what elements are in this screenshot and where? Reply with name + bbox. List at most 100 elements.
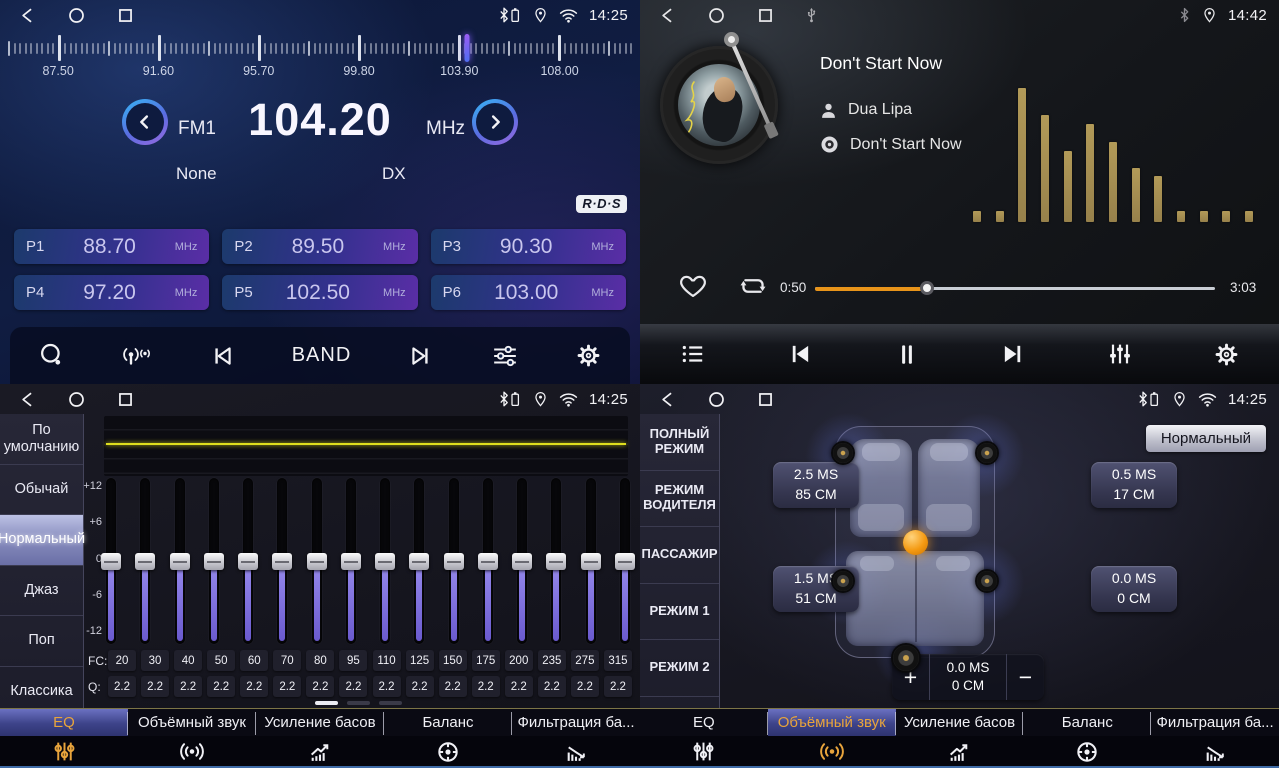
- q-value-box[interactable]: 2.2: [174, 676, 202, 697]
- home-icon[interactable]: [67, 390, 86, 409]
- tune-down-button[interactable]: [122, 99, 168, 145]
- audio-settings-icon[interactable]: [490, 343, 520, 369]
- fc-value-box[interactable]: 95: [339, 650, 367, 671]
- fc-value-box[interactable]: 175: [472, 650, 500, 671]
- frequency-ruler[interactable]: [8, 33, 632, 63]
- rear-right-speaker[interactable]: [975, 569, 999, 593]
- slider-thumb[interactable]: [444, 553, 464, 570]
- q-value-box[interactable]: 2.2: [207, 676, 235, 697]
- tab-eq[interactable]: EQ: [0, 709, 128, 736]
- eq-band-slider[interactable]: [209, 478, 219, 644]
- eq-band-slider[interactable]: [243, 478, 253, 644]
- settings-gear-icon[interactable]: [575, 342, 602, 369]
- progress-handle[interactable]: [920, 281, 934, 295]
- preset-button-p4[interactable]: P497.20MHz: [14, 275, 209, 310]
- eq-band-slider[interactable]: [312, 478, 322, 644]
- eq-band-slider[interactable]: [449, 478, 459, 644]
- q-value-box[interactable]: 2.2: [406, 676, 434, 697]
- tab-balance[interactable]: Баланс: [1023, 709, 1151, 736]
- mode-item[interactable]: РЕЖИМ ВОДИТЕЛЯ: [640, 471, 719, 528]
- eq-preset-item[interactable]: Нормальный: [0, 515, 83, 566]
- bass-boost-icon[interactable]: [256, 736, 384, 767]
- q-value-box[interactable]: 2.2: [240, 676, 268, 697]
- slider-thumb[interactable]: [170, 553, 190, 570]
- subwoofer-speaker[interactable]: [891, 643, 921, 673]
- eq-band-slider[interactable]: [483, 478, 493, 644]
- back-icon[interactable]: [18, 390, 37, 409]
- fc-value-box[interactable]: 315: [604, 650, 632, 671]
- eq-band-slider[interactable]: [620, 478, 630, 644]
- q-value-box[interactable]: 2.2: [505, 676, 533, 697]
- recents-icon[interactable]: [756, 390, 775, 409]
- back-icon[interactable]: [658, 390, 677, 409]
- preset-button-p5[interactable]: P5102.50MHz: [222, 275, 417, 310]
- eq-icon[interactable]: [640, 736, 768, 767]
- tab-surround[interactable]: Объёмный звук: [128, 709, 256, 736]
- q-value-box[interactable]: 2.2: [108, 676, 136, 697]
- slider-thumb[interactable]: [238, 553, 258, 570]
- eq-preset-item[interactable]: Джаз: [0, 566, 83, 617]
- eq-preset-item[interactable]: Обычай: [0, 465, 83, 516]
- bass-boost-icon[interactable]: [896, 736, 1024, 767]
- slider-thumb[interactable]: [375, 553, 395, 570]
- tab-filter[interactable]: Фильтрация ба...: [512, 709, 640, 736]
- slider-thumb[interactable]: [307, 553, 327, 570]
- home-icon[interactable]: [67, 6, 86, 25]
- slider-thumb[interactable]: [409, 553, 429, 570]
- recents-icon[interactable]: [116, 6, 135, 25]
- balance-icon[interactable]: [384, 736, 512, 767]
- page-dash[interactable]: [315, 701, 338, 705]
- favorite-heart-icon[interactable]: [678, 272, 708, 299]
- fc-value-box[interactable]: 235: [538, 650, 566, 671]
- home-icon[interactable]: [707, 6, 726, 25]
- eq-band-slider[interactable]: [517, 478, 527, 644]
- fc-value-box[interactable]: 60: [240, 650, 268, 671]
- settings-gear-icon[interactable]: [1213, 341, 1240, 368]
- fc-value-box[interactable]: 20: [108, 650, 136, 671]
- mode-item[interactable]: ПОЛНЫЙ РЕЖИМ: [640, 414, 719, 471]
- slider-thumb[interactable]: [135, 553, 155, 570]
- slider-thumb[interactable]: [478, 553, 498, 570]
- fc-value-box[interactable]: 275: [571, 650, 599, 671]
- q-value-box[interactable]: 2.2: [373, 676, 401, 697]
- progress-bar[interactable]: [815, 287, 1215, 290]
- fc-value-box[interactable]: 50: [207, 650, 235, 671]
- balance-icon[interactable]: [1023, 736, 1151, 767]
- mode-item[interactable]: РЕЖИМ 2: [640, 640, 719, 697]
- tab-balance[interactable]: Баланс: [384, 709, 512, 736]
- listening-position-marker[interactable]: [903, 530, 928, 555]
- fc-value-box[interactable]: 125: [406, 650, 434, 671]
- eq-band-slider[interactable]: [346, 478, 356, 644]
- eq-icon[interactable]: [0, 736, 128, 767]
- preset-button-p3[interactable]: P390.30MHz: [431, 229, 626, 264]
- broadcast-icon[interactable]: [120, 342, 153, 369]
- decrease-delay-button[interactable]: −: [1007, 654, 1044, 700]
- q-value-box[interactable]: 2.2: [306, 676, 334, 697]
- fc-value-box[interactable]: 70: [273, 650, 301, 671]
- eq-band-slider[interactable]: [586, 478, 596, 644]
- page-dash[interactable]: [379, 701, 402, 705]
- slider-thumb[interactable]: [272, 553, 292, 570]
- equalizer-icon[interactable]: [1106, 340, 1134, 368]
- previous-track-icon[interactable]: [785, 340, 815, 368]
- slider-thumb[interactable]: [204, 553, 224, 570]
- tune-up-button[interactable]: [472, 99, 518, 145]
- delay-box-front-left[interactable]: 2.5 MS85 CM: [773, 462, 859, 508]
- pause-icon[interactable]: [894, 340, 920, 368]
- delay-box-front-right[interactable]: 0.5 MS17 CM: [1091, 462, 1177, 508]
- preset-button-p6[interactable]: P6103.00MHz: [431, 275, 626, 310]
- previous-station-icon[interactable]: [208, 343, 236, 369]
- slider-thumb[interactable]: [581, 553, 601, 570]
- fc-value-box[interactable]: 110: [373, 650, 401, 671]
- playlist-icon[interactable]: [679, 341, 707, 367]
- preset-button-p1[interactable]: P188.70MHz: [14, 229, 209, 264]
- filter-icon[interactable]: [512, 736, 640, 767]
- back-icon[interactable]: [658, 6, 677, 25]
- q-value-box[interactable]: 2.2: [141, 676, 169, 697]
- eq-band-slider[interactable]: [551, 478, 561, 644]
- slider-thumb[interactable]: [615, 553, 635, 570]
- fc-value-box[interactable]: 40: [174, 650, 202, 671]
- next-station-icon[interactable]: [407, 343, 435, 369]
- tab-bass-boost[interactable]: Усиление басов: [256, 709, 384, 736]
- q-value-box[interactable]: 2.2: [571, 676, 599, 697]
